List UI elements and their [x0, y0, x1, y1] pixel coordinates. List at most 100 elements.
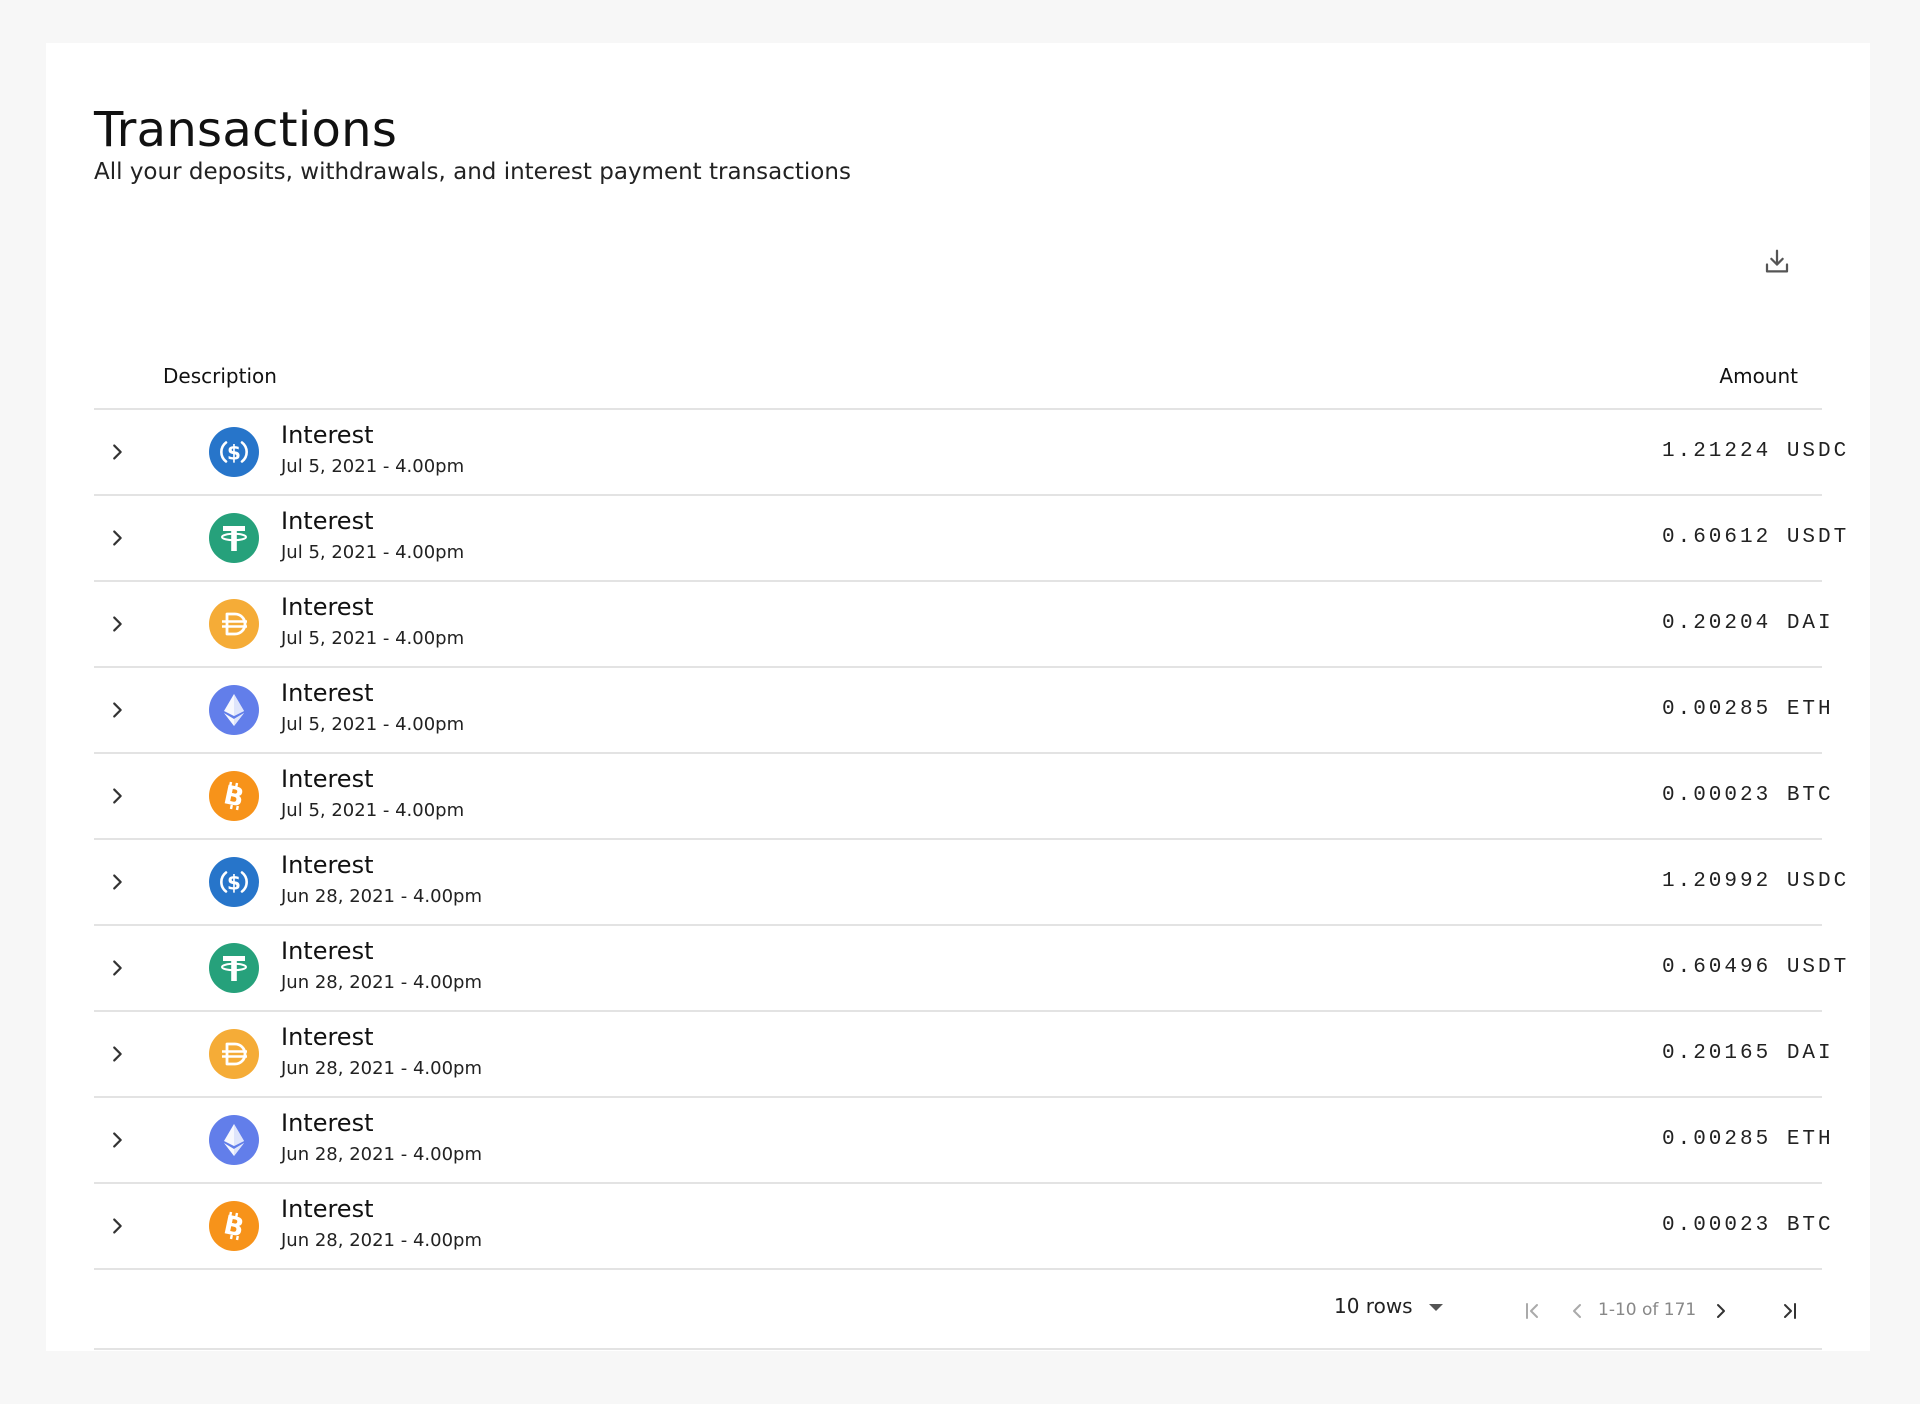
row-amount: 1.20992 USDC	[1662, 868, 1849, 896]
amount-currency: BTC	[1786, 1214, 1834, 1237]
dai-icon	[209, 1029, 259, 1079]
amount-value: 0.20165	[1662, 1042, 1772, 1065]
amount-currency: BTC	[1786, 784, 1834, 807]
chevron-right-icon	[113, 1046, 122, 1062]
row-title: Interest	[281, 1109, 374, 1137]
table-row[interactable]: Interest Jun 28, 2021 - 4.00pm 0.20165 D…	[94, 1012, 1831, 1098]
expand-row-button[interactable]	[104, 610, 130, 638]
eth-icon	[209, 1115, 259, 1165]
chevron-right-icon	[113, 616, 122, 632]
row-date: Jun 28, 2021 - 4.00pm	[281, 1144, 482, 1165]
chevron-right-icon	[1717, 1304, 1725, 1318]
amount-currency: USDT	[1786, 956, 1850, 979]
svg-text:$: $	[227, 441, 241, 465]
chevron-right-icon	[113, 444, 122, 460]
row-title: Interest	[281, 507, 374, 535]
table-row[interactable]: Interest Jul 5, 2021 - 4.00pm 0.00285 ET…	[94, 668, 1831, 754]
row-amount: 0.00023 BTC	[1662, 1212, 1834, 1240]
amount-value: 0.00285	[1662, 698, 1772, 721]
row-amount: 0.00285 ETH	[1662, 1126, 1834, 1154]
row-date: Jun 28, 2021 - 4.00pm	[281, 886, 482, 907]
amount-currency: ETH	[1786, 1128, 1834, 1151]
expand-row-button[interactable]	[104, 1126, 130, 1154]
table-row[interactable]: B Interest Jul 5, 2021 - 4.00pm 0.00023 …	[94, 754, 1831, 840]
row-date: Jun 28, 2021 - 4.00pm	[281, 1058, 482, 1079]
amount-currency: USDC	[1786, 870, 1850, 893]
row-title: Interest	[281, 593, 374, 621]
table-body: $ Interest Jul 5, 2021 - 4.00pm 1.21224 …	[94, 410, 1846, 1270]
transactions-table: Description Amount $ Interest Jul 5, 202…	[94, 348, 1846, 1350]
chevron-right-icon	[113, 530, 122, 546]
amount-value: 0.00023	[1662, 784, 1772, 807]
amount-currency: ETH	[1786, 698, 1834, 721]
amount-value: 0.00023	[1662, 1214, 1772, 1237]
row-title: Interest	[281, 679, 374, 707]
table-header: Description Amount	[94, 348, 1822, 410]
rows-per-page-select[interactable]: 10 rows	[1334, 1294, 1443, 1318]
row-amount: 0.20204 DAI	[1662, 610, 1834, 638]
expand-row-button[interactable]	[104, 954, 130, 982]
row-date: Jul 5, 2021 - 4.00pm	[281, 714, 465, 735]
chevron-left-icon	[1573, 1304, 1581, 1318]
amount-value: 0.00285	[1662, 1128, 1772, 1151]
row-amount: 0.00023 BTC	[1662, 782, 1834, 810]
row-date: Jul 5, 2021 - 4.00pm	[281, 628, 465, 649]
rows-per-page-label: 10 rows	[1334, 1294, 1413, 1318]
amount-currency: DAI	[1786, 1042, 1834, 1065]
expand-row-button[interactable]	[104, 782, 130, 810]
row-title: Interest	[281, 1023, 374, 1051]
row-amount: 0.60496 USDT	[1662, 954, 1849, 982]
amount-currency: DAI	[1786, 612, 1834, 635]
table-footer: 10 rows 1-10 of 171	[94, 1270, 1822, 1350]
expand-row-button[interactable]	[104, 524, 130, 552]
first-page-button[interactable]	[1518, 1296, 1548, 1326]
expand-row-button[interactable]	[104, 696, 130, 724]
row-date: Jul 5, 2021 - 4.00pm	[281, 456, 465, 477]
row-amount: 0.60612 USDT	[1662, 524, 1849, 552]
row-title: Interest	[281, 1195, 374, 1223]
row-amount: 0.20165 DAI	[1662, 1040, 1834, 1068]
page-title: Transactions	[94, 102, 398, 158]
amount-currency: USDC	[1786, 440, 1850, 463]
table-row[interactable]: Interest Jul 5, 2021 - 4.00pm 0.60612 US…	[94, 496, 1846, 582]
row-date: Jul 5, 2021 - 4.00pm	[281, 800, 465, 821]
amount-currency: USDT	[1786, 526, 1850, 549]
svg-text:$: $	[227, 871, 241, 895]
page-subtitle: All your deposits, withdrawals, and inte…	[94, 159, 851, 185]
btc-icon: B	[209, 1201, 259, 1251]
last-page-button[interactable]	[1774, 1296, 1804, 1326]
first-page-icon	[1526, 1303, 1538, 1319]
table-row[interactable]: $ Interest Jul 5, 2021 - 4.00pm 1.21224 …	[94, 410, 1846, 496]
chevron-right-icon	[113, 874, 122, 890]
download-button[interactable]	[1758, 243, 1796, 281]
download-icon	[1765, 249, 1789, 273]
chevron-right-icon	[113, 1132, 122, 1148]
column-header-description: Description	[163, 364, 277, 388]
last-page-icon	[1784, 1303, 1796, 1319]
expand-row-button[interactable]	[104, 438, 130, 466]
usdc-icon: $	[209, 857, 259, 907]
usdc-icon: $	[209, 427, 259, 477]
table-row[interactable]: Interest Jun 28, 2021 - 4.00pm 0.00285 E…	[94, 1098, 1831, 1184]
row-date: Jun 28, 2021 - 4.00pm	[281, 1230, 482, 1251]
amount-value: 1.21224	[1662, 440, 1772, 463]
previous-page-button[interactable]	[1562, 1296, 1592, 1326]
page-range: 1-10 of 171	[1598, 1300, 1697, 1320]
usdt-icon	[209, 513, 259, 563]
table-row[interactable]: Interest Jun 28, 2021 - 4.00pm 0.60496 U…	[94, 926, 1846, 1012]
chevron-right-icon	[113, 960, 122, 976]
expand-row-button[interactable]	[104, 1040, 130, 1068]
row-title: Interest	[281, 937, 374, 965]
amount-value: 0.20204	[1662, 612, 1772, 635]
table-row[interactable]: Interest Jul 5, 2021 - 4.00pm 0.20204 DA…	[94, 582, 1831, 668]
table-row[interactable]: $ Interest Jun 28, 2021 - 4.00pm 1.20992…	[94, 840, 1846, 926]
table-row[interactable]: B Interest Jun 28, 2021 - 4.00pm 0.00023…	[94, 1184, 1831, 1270]
expand-row-button[interactable]	[104, 868, 130, 896]
row-title: Interest	[281, 421, 374, 449]
row-amount: 0.00285 ETH	[1662, 696, 1834, 724]
row-date: Jul 5, 2021 - 4.00pm	[281, 542, 465, 563]
next-page-button[interactable]	[1706, 1296, 1736, 1326]
eth-icon	[209, 685, 259, 735]
dai-icon	[209, 599, 259, 649]
expand-row-button[interactable]	[104, 1212, 130, 1240]
